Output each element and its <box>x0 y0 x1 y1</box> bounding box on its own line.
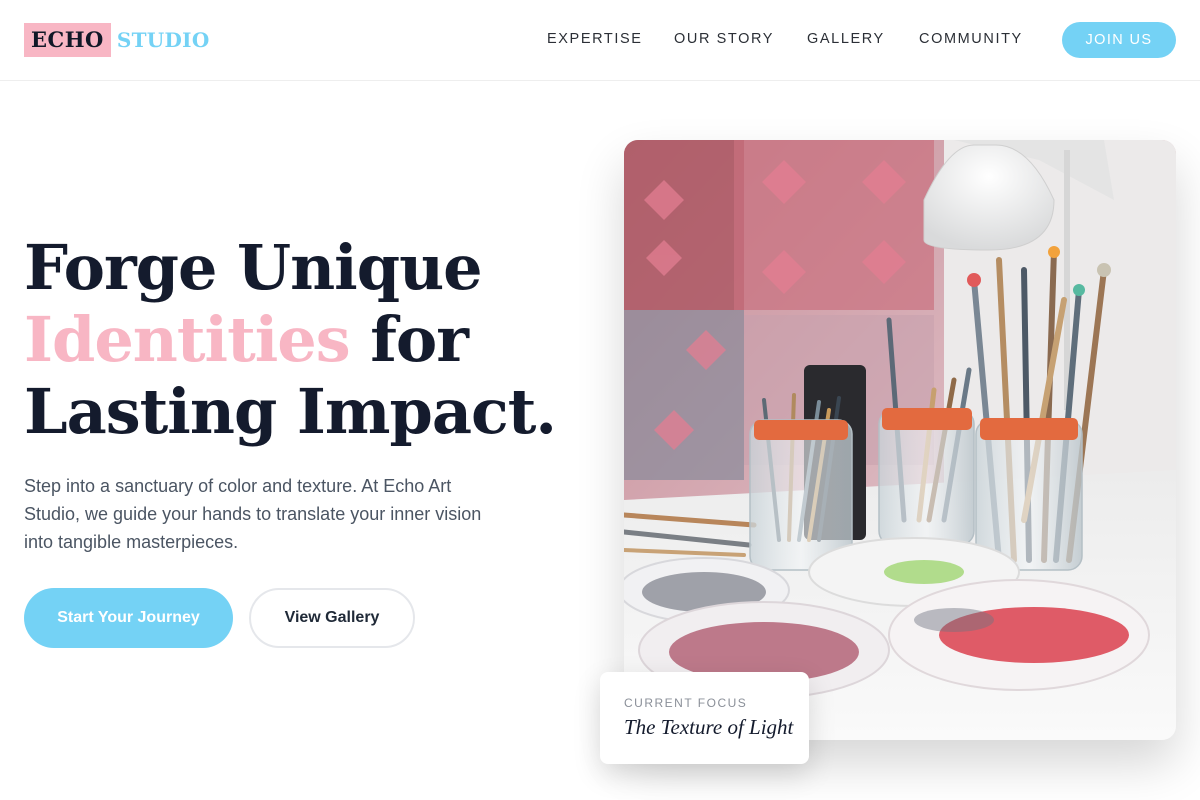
nav-item-gallery[interactable]: GALLERY <box>807 30 919 48</box>
headline-highlight: Identities <box>24 303 351 376</box>
site-header: ECHO STUDIO EXPERTISE OUR STORY GALLERY … <box>0 0 1200 81</box>
nav-item-expertise[interactable]: EXPERTISE <box>547 30 674 48</box>
focus-title: The Texture of Light <box>624 715 794 739</box>
headline-line-3: Lasting Impact. <box>24 375 557 448</box>
nav-item-our-story[interactable]: OUR STORY <box>674 30 807 48</box>
current-focus-card: CURRENT FOCUS The Texture of Light <box>600 672 809 764</box>
headline-line-2: Identities for <box>24 304 584 376</box>
start-journey-button[interactable]: Start Your Journey <box>24 588 233 648</box>
view-gallery-button[interactable]: View Gallery <box>249 588 415 648</box>
hero-lead-text: Step into a sanctuary of color and textu… <box>24 476 482 552</box>
paintbrushes-illustration <box>624 140 1176 740</box>
nav-item-community[interactable]: COMMUNITY <box>919 30 1039 48</box>
logo[interactable]: ECHO STUDIO <box>24 23 210 57</box>
main-nav: EXPERTISE OUR STORY GALLERY COMMUNITY <box>547 30 1039 48</box>
hero-headline: Forge Unique Identities for Lasting Impa… <box>24 232 584 448</box>
focus-label: CURRENT FOCUS <box>624 696 748 710</box>
logo-studio: STUDIO <box>116 28 210 52</box>
join-us-button[interactable]: JOIN US <box>1062 22 1176 58</box>
logo-echo: ECHO <box>24 23 111 57</box>
hero-image <box>624 140 1176 740</box>
headline-line-1: Forge Unique <box>24 231 483 304</box>
headline-line-2-rest: for <box>349 303 469 376</box>
